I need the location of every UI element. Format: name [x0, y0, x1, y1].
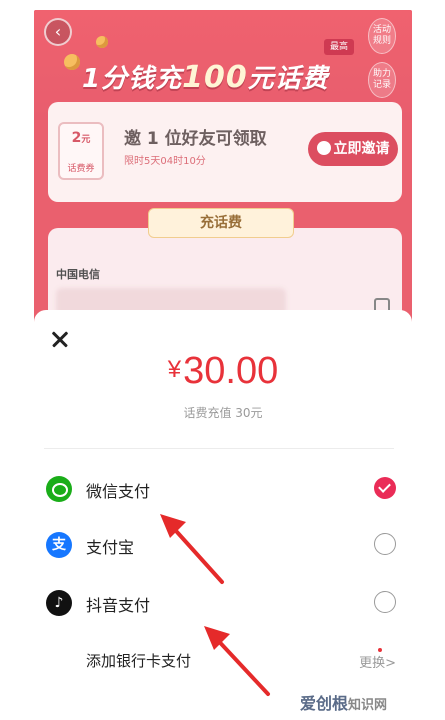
payment-amount: ¥30.00 — [167, 350, 279, 392]
close-icon[interactable] — [48, 328, 72, 352]
pay-method-alipay[interactable]: 支 支付宝 — [46, 530, 396, 560]
chevron-right-icon: > — [385, 656, 396, 671]
screen: ‹ 最高 1分钱充100元话费 活动规则 助力记录 2元 话费券 邀 1 位好友… — [0, 0, 445, 720]
radio-button[interactable] — [374, 533, 396, 555]
selected-check-icon[interactable] — [374, 477, 396, 499]
watermark: 爱创根知识网 — [300, 694, 388, 713]
change-button[interactable]: 更换> — [359, 652, 396, 671]
dim-overlay — [0, 0, 445, 330]
wechat-pay-icon — [46, 476, 72, 502]
alipay-icon: 支 — [46, 532, 72, 558]
payment-description: 话费充值 30元 — [183, 406, 263, 420]
payment-sheet: ¥30.00 话费充值 30元 微信支付 支 支付宝 ♪ 抖音支付 添加银行卡支… — [34, 310, 412, 720]
pay-method-douyin[interactable]: ♪ 抖音支付 — [46, 588, 396, 618]
divider — [44, 448, 394, 449]
pay-method-wechat[interactable]: 微信支付 — [46, 474, 396, 504]
radio-button[interactable] — [374, 591, 396, 613]
add-bank-card-row[interactable]: 添加银行卡支付 更换> — [86, 648, 396, 672]
douyin-pay-icon: ♪ — [46, 590, 72, 616]
